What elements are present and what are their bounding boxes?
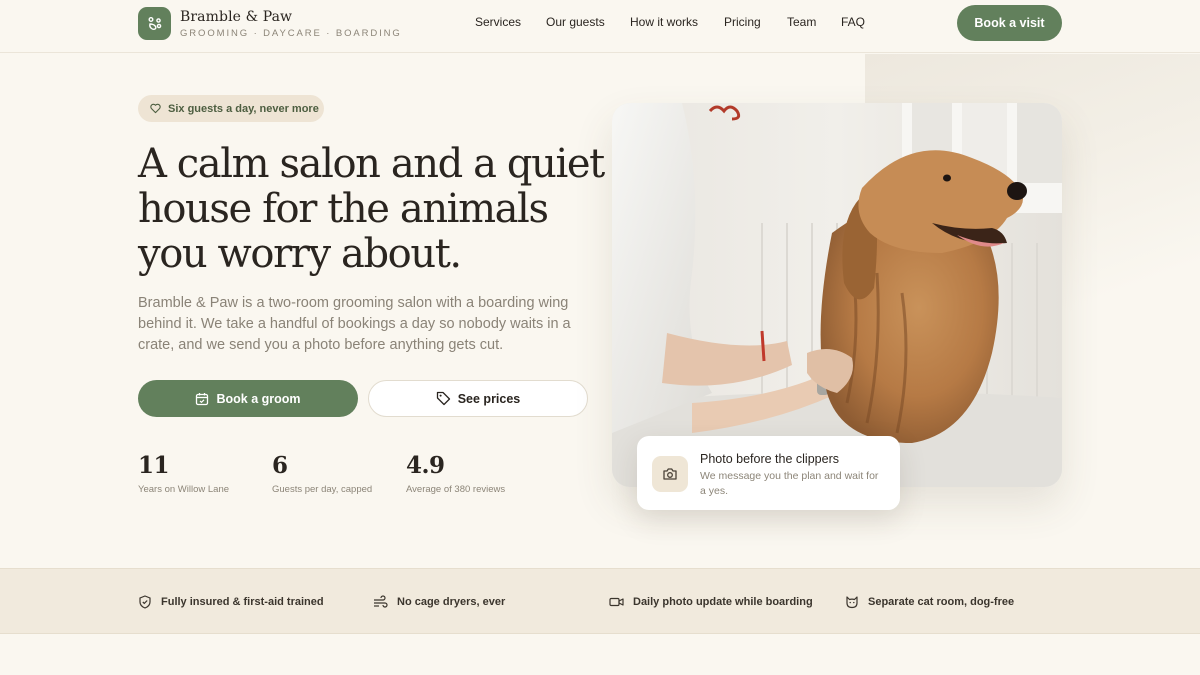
hero-heading: A calm salon and a quiet house for the a… (138, 142, 608, 277)
photo-plan-card: Photo before the clippers We message you… (637, 436, 900, 510)
site-header: Bramble & Paw GROOMING · DAYCARE · BOARD… (0, 0, 1200, 53)
hero-lead-text: Bramble & Paw is a two-room grooming sal… (138, 295, 571, 353)
video-icon (609, 597, 624, 607)
stat-years-value: 11 (138, 452, 170, 479)
photo-card-text: We message you the plan and wait for a y… (700, 470, 879, 497)
shield-check-icon (139, 595, 151, 609)
wind-icon (374, 595, 388, 608)
capacity-badge: Six guests a day, never more (138, 95, 324, 122)
photo-card-title: Photo before the clippers (700, 452, 839, 466)
stat-reviews-value: 4.9 (406, 452, 445, 479)
hero-heading-line-3: you worry about. (138, 231, 462, 277)
stat-reviews: 4.9 Average of 380 reviews (406, 452, 505, 495)
paw-logo-icon[interactable] (138, 7, 171, 40)
price-tag-icon (436, 391, 450, 406)
nav-link-faq[interactable]: FAQ (841, 15, 865, 29)
nav-link-team[interactable]: Team (787, 15, 816, 29)
nav-link-our-guests[interactable]: Our guests (546, 15, 605, 29)
see-prices-button[interactable]: See prices (368, 380, 588, 417)
feature-insured: Fully insured & first-aid trained (138, 595, 324, 609)
stat-years-label: Years on Willow Lane (138, 484, 230, 495)
book-visit-button[interactable]: Book a visit (957, 5, 1062, 41)
stat-guests: 6 Guests per day, capped (272, 452, 372, 495)
feature-band: Fully insured & first-aid trained No cag… (0, 568, 1200, 634)
feature-photo-updates: Daily photo update while boarding (609, 595, 813, 609)
stat-years: 11 Years on Willow Lane (138, 452, 229, 495)
see-prices-label: See prices (457, 391, 521, 406)
stat-guests-label: Guests per day, capped (272, 484, 373, 495)
feature-no-cage-dryers: No cage dryers, ever (373, 595, 505, 609)
stat-guests-value: 6 (272, 452, 288, 479)
feature-no-cage-dryers-label: No cage dryers, ever (397, 596, 506, 608)
book-groom-button[interactable]: Book a groom (138, 380, 358, 417)
camera-icon (652, 456, 688, 492)
nav-link-pricing[interactable]: Pricing (724, 15, 761, 29)
calendar-icon (196, 392, 209, 405)
book-groom-label: Book a groom (216, 391, 301, 406)
feature-photo-updates-label: Daily photo update while boarding (633, 596, 813, 608)
stat-reviews-label: Average of 380 reviews (406, 484, 506, 495)
brand-name[interactable]: Bramble & Paw (180, 9, 292, 25)
heart-tag-icon (150, 103, 161, 114)
feature-insured-label: Fully insured & first-aid trained (161, 596, 324, 608)
feature-cat-room: Separate cat room, dog-free (845, 595, 1014, 609)
hero-heading-line-1: A calm salon and a quiet (138, 141, 605, 187)
hero-heading-line-2: house for the animals (138, 186, 549, 232)
nav-link-services[interactable]: Services (475, 15, 521, 29)
cat-icon (846, 596, 858, 609)
nav-link-how-it-works[interactable]: How it works (630, 15, 698, 29)
brand-tagline: GROOMING · DAYCARE · BOARDING (180, 28, 402, 39)
capacity-badge-text: Six guests a day, never more (168, 102, 319, 115)
feature-cat-room-label: Separate cat room, dog-free (868, 596, 1015, 608)
hero-photo-golden-retriever (612, 103, 1062, 487)
